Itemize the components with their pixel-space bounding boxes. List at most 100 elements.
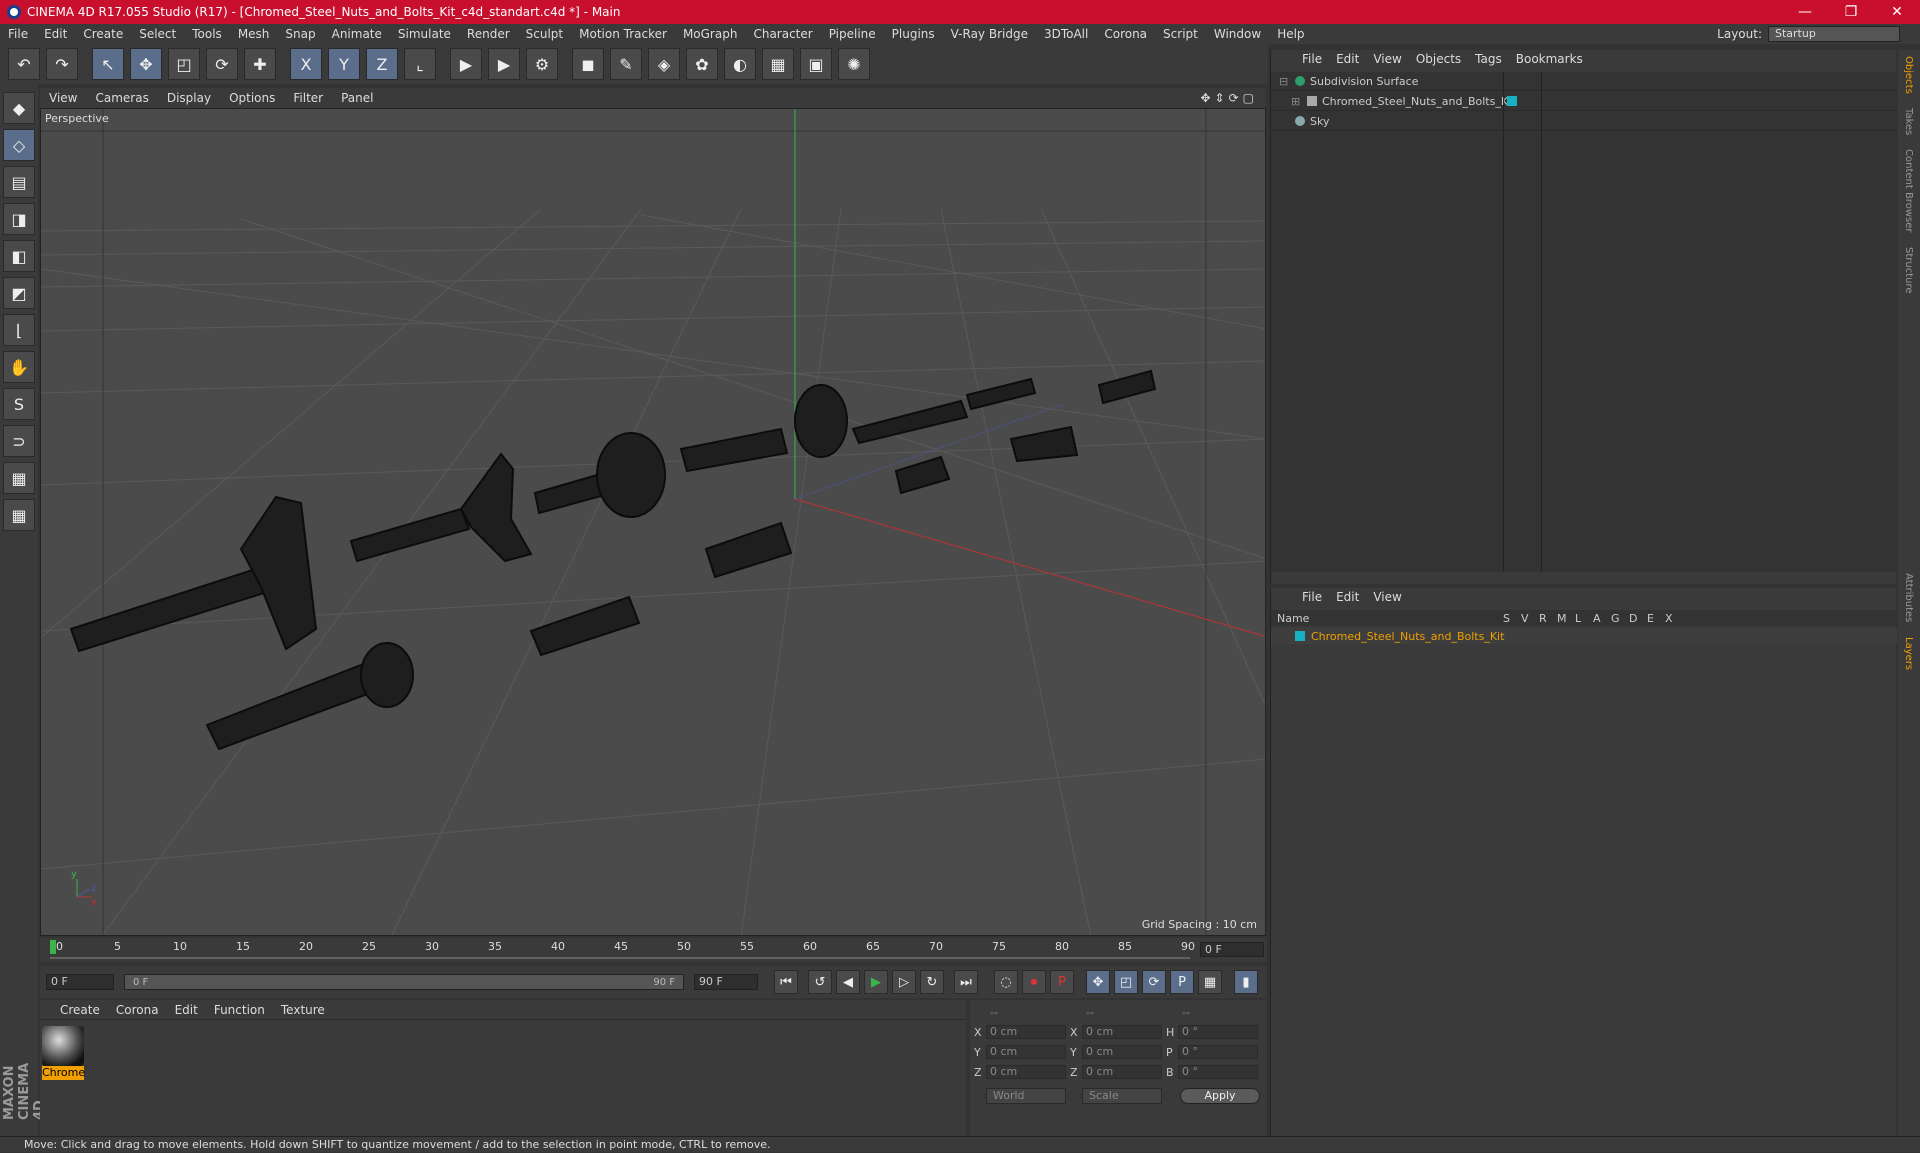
menu-mograph[interactable]: MoGraph [675,27,746,41]
end-frame-field[interactable]: 90 F [694,974,758,990]
tab-structure[interactable]: Structure [1903,247,1914,294]
position-x-field[interactable]: 0 cm [986,1025,1066,1039]
menu-pipeline[interactable]: Pipeline [821,27,884,41]
snap-icon[interactable]: ⊃ [3,425,35,457]
objmgr-menu-tags[interactable]: Tags [1468,52,1509,66]
polygons-mode-icon[interactable]: ⌊ [3,314,35,346]
objmgr-menu-edit[interactable]: Edit [1329,52,1366,66]
tab-attributes[interactable]: Attributes [1903,573,1914,622]
previous-frame-icon[interactable]: ◀ [836,970,860,994]
apply-button[interactable]: Apply [1180,1088,1260,1104]
workplane-lock-icon[interactable]: ▦ [3,462,35,494]
play-icon[interactable]: ▶ [864,970,888,994]
x-axis-icon[interactable]: X [290,48,322,80]
record-icon[interactable]: ⏺ [1022,970,1046,994]
scale-tool-icon[interactable]: ◰ [168,48,200,80]
viewport-navigation-icons[interactable]: ✥⇕⟳▢ [1200,91,1266,105]
tweak-mode-icon[interactable]: ✋ [3,351,35,383]
size-x-field[interactable]: 0 cm [1082,1025,1162,1039]
frame-range-slider[interactable]: 0 F 90 F [124,974,684,990]
layermgr-menu-edit[interactable]: Edit [1329,590,1366,604]
layermgr-menu-file[interactable]: File [1295,590,1329,604]
objmgr-menu-bookmarks[interactable]: Bookmarks [1509,52,1590,66]
z-axis-icon[interactable]: Z [366,48,398,80]
keyframe-selection-icon[interactable]: ◌ [994,970,1018,994]
solo-mode-icon[interactable]: S [3,388,35,420]
rotation-b-field[interactable]: 0 ° [1178,1065,1258,1079]
viewport-menu-filter[interactable]: Filter [284,91,332,105]
menu-help[interactable]: Help [1269,27,1312,41]
viewport-menu-options[interactable]: Options [220,91,284,105]
goto-end-icon[interactable]: ⏭ [954,970,978,994]
key-rotation-icon[interactable]: ⟳ [1142,970,1166,994]
edges-mode-icon[interactable]: ◩ [3,277,35,309]
workplane-mode-icon[interactable]: ◨ [3,203,35,235]
tab-content-browser[interactable]: Content Browser [1903,149,1914,232]
make-editable-icon[interactable]: ◆ [3,92,35,124]
floor-icon[interactable]: ▦ [762,48,794,80]
y-axis-icon[interactable]: Y [328,48,360,80]
viewport-menu-cameras[interactable]: Cameras [86,91,157,105]
column-divider[interactable] [1541,72,1542,572]
size-mode-dropdown[interactable]: Scale [1082,1088,1162,1104]
transform-tool-icon[interactable]: ✚ [244,48,276,80]
deformer-icon[interactable]: ◐ [724,48,756,80]
object-row-kit[interactable]: ⊞ Chromed_Steel_Nuts_and_Bolts_Kit [1271,92,1897,111]
camera-icon[interactable]: ▣ [800,48,832,80]
texture-mode-icon[interactable]: ▤ [3,166,35,198]
render-view-icon[interactable]: ▶ [450,48,482,80]
render-settings-icon[interactable]: ⚙ [526,48,558,80]
rotate-tool-icon[interactable]: ⟳ [206,48,238,80]
pen-spline-icon[interactable]: ✎ [610,48,642,80]
rotation-p-field[interactable]: 0 ° [1178,1045,1258,1059]
size-z-field[interactable]: 0 cm [1082,1065,1162,1079]
start-frame-field[interactable]: 0 F [46,974,114,990]
menu-vray-bridge[interactable]: V-Ray Bridge [943,27,1036,41]
menu-tools[interactable]: Tools [184,27,230,41]
objmgr-menu-view[interactable]: View [1366,52,1408,66]
tab-takes[interactable]: Takes [1903,108,1914,135]
object-row-sky[interactable]: Sky [1271,112,1897,131]
menu-corona[interactable]: Corona [1096,27,1155,41]
menu-sculpt[interactable]: Sculpt [518,27,571,41]
autokey-icon[interactable]: P [1050,970,1074,994]
objmgr-menu-objects[interactable]: Objects [1409,52,1468,66]
menu-select[interactable]: Select [131,27,184,41]
previous-key-icon[interactable]: ↺ [808,970,832,994]
menu-simulate[interactable]: Simulate [390,27,459,41]
key-pla-icon[interactable]: ▦ [1198,970,1222,994]
key-parameter-icon[interactable]: P [1170,970,1194,994]
key-position-icon[interactable]: ✥ [1086,970,1110,994]
perspective-viewport[interactable]: y z x Perspective Grid Spacing : 10 cm [40,108,1266,936]
undo-icon[interactable]: ↶ [8,48,40,80]
redo-icon[interactable]: ↷ [46,48,78,80]
array-icon[interactable]: ✿ [686,48,718,80]
objmgr-menu-file[interactable]: File [1295,52,1329,66]
goto-start-icon[interactable]: ⏮ [774,970,798,994]
next-frame-icon[interactable]: ▷ [892,970,916,994]
position-y-field[interactable]: 0 cm [986,1045,1066,1059]
menu-edit[interactable]: Edit [36,27,75,41]
material-menu-create[interactable]: Create [52,1003,108,1017]
move-tool-icon[interactable]: ✥ [130,48,162,80]
column-divider[interactable] [1503,72,1504,572]
menu-animate[interactable]: Animate [324,27,390,41]
position-z-field[interactable]: 0 cm [986,1065,1066,1079]
subdivision-surface-icon[interactable]: ◈ [648,48,680,80]
viewport-menu-view[interactable]: View [40,91,86,105]
menu-3dtoall[interactable]: 3DToAll [1036,27,1096,41]
menu-character[interactable]: Character [745,27,820,41]
viewport-menu-display[interactable]: Display [158,91,220,105]
menu-plugins[interactable]: Plugins [884,27,943,41]
menu-mesh[interactable]: Mesh [230,27,278,41]
tab-objects[interactable]: Objects [1903,56,1914,94]
layer-row[interactable]: Chromed_Steel_Nuts_and_Bolts_Kit [1271,628,1897,644]
tab-layers[interactable]: Layers [1903,637,1914,670]
viewport-menu-panel[interactable]: Panel [332,91,382,105]
select-tool-icon[interactable]: ↖ [92,48,124,80]
menu-create[interactable]: Create [75,27,131,41]
menu-file[interactable]: File [0,27,36,41]
minimize-button[interactable]: — [1782,4,1828,20]
cube-object-icon[interactable]: ◼ [572,48,604,80]
material-swatch-chrome[interactable]: Chrome [42,1026,85,1080]
